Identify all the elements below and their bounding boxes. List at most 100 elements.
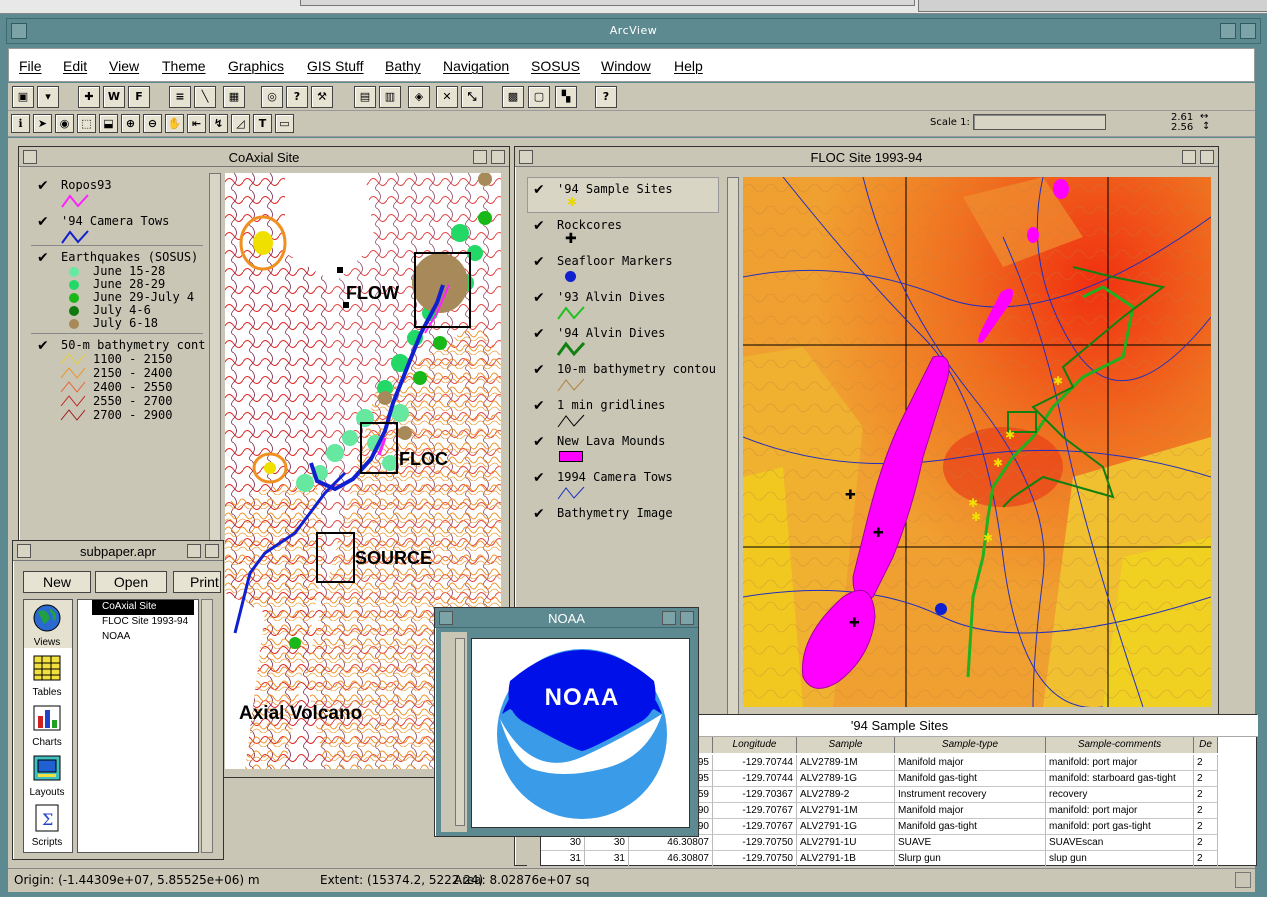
table-cell[interactable]: 2 (1194, 755, 1218, 771)
table-cell[interactable]: ALV2791-1U (797, 835, 895, 851)
background-window-edge[interactable] (918, 0, 1267, 12)
table-cell[interactable]: SUAVEscan (1046, 835, 1194, 851)
floc-maximize-button[interactable] (1200, 150, 1214, 164)
bathy10m-checkbox[interactable]: ✔ (533, 363, 547, 377)
dropdown-icon[interactable]: ▾ (37, 86, 59, 108)
select-features-icon[interactable]: ▤ (354, 86, 376, 108)
floc-minimize-button[interactable] (1182, 150, 1196, 164)
floc-titlebar[interactable]: FLOC Site 1993-94 (515, 147, 1218, 167)
table-header-cell[interactable]: Sample (797, 737, 895, 753)
select-all-icon[interactable]: ▥ (379, 86, 401, 108)
label-icon[interactable]: ◿ (231, 114, 250, 133)
draw-icon[interactable]: ▭ (275, 114, 294, 133)
menu-bathy[interactable]: Bathy (385, 58, 421, 74)
table-header-cell[interactable]: Sample-type (895, 737, 1046, 753)
select-feature-icon[interactable]: ⬚ (77, 114, 96, 133)
table-cell[interactable]: ALV2791-1M (797, 803, 895, 819)
print-button[interactable]: Print (173, 571, 221, 593)
identify-icon[interactable]: ℹ (11, 114, 30, 133)
charts-icon[interactable] (30, 702, 64, 734)
noaa-minimize-button[interactable] (662, 611, 676, 625)
table-cell[interactable]: 2 (1194, 787, 1218, 803)
table-cell[interactable]: slup gun (1046, 851, 1194, 867)
table-cell[interactable]: 46.30807 (629, 835, 713, 851)
menu-help[interactable]: Help (674, 58, 703, 74)
menu-view[interactable]: View (109, 58, 139, 74)
menu-gis-stuff[interactable]: GIS Stuff (307, 58, 364, 74)
table-header-cell[interactable]: Longitude (713, 737, 797, 753)
bathymetry-checkbox[interactable]: ✔ (37, 339, 51, 353)
add-theme-icon[interactable]: ✚ (78, 86, 100, 108)
charts-label[interactable]: Charts (24, 737, 70, 748)
edit-legend-icon[interactable]: ╲ (194, 86, 216, 108)
table-cell[interactable]: SUAVE (895, 835, 1046, 851)
table-cell[interactable]: ALV2789-1M (797, 755, 895, 771)
camera-tows-checkbox[interactable]: ✔ (37, 215, 51, 229)
zoom-full-icon[interactable]: ✕ (436, 86, 458, 108)
table-cell[interactable]: -129.70750 (713, 835, 797, 851)
table-cell[interactable]: manifold: starboard gas-tight (1046, 771, 1194, 787)
minimize-button[interactable] (1220, 23, 1236, 39)
app-titlebar[interactable]: ArcView (6, 18, 1261, 44)
table-cell[interactable]: 30 (541, 835, 585, 851)
zoom-in-tool-icon[interactable]: ⊕ (121, 114, 140, 133)
zoom-selected-icon[interactable]: ▩ (502, 86, 524, 108)
camera-tows94-checkbox[interactable]: ✔ (533, 471, 547, 485)
table-cell[interactable]: 31 (541, 851, 585, 867)
table-cell[interactable]: Manifold major (895, 803, 1046, 819)
project-titlebar[interactable]: subpaper.apr (13, 541, 223, 561)
query-icon[interactable]: ? (286, 86, 308, 108)
table-cell[interactable]: Manifold gas-tight (895, 771, 1046, 787)
floc-map[interactable]: ✱✱✱✱✱✱ ✚✚✚ (743, 177, 1211, 707)
table-cell[interactable]: Instrument recovery (895, 787, 1046, 803)
session-window-edge[interactable] (300, 0, 915, 6)
pointer-icon[interactable]: ➤ (33, 114, 52, 133)
ropos93-checkbox[interactable]: ✔ (37, 179, 51, 193)
layouts-label[interactable]: Layouts (24, 787, 70, 798)
table-cell[interactable]: 2 (1194, 835, 1218, 851)
menu-sosus[interactable]: SOSUS (531, 58, 580, 74)
layouts-icon[interactable] (30, 752, 64, 784)
open-button[interactable]: Open (95, 571, 167, 593)
table-cell[interactable]: -129.70744 (713, 771, 797, 787)
help-icon[interactable]: ? (595, 86, 617, 108)
table-cell[interactable]: -129.70750 (713, 851, 797, 867)
table-cell[interactable]: manifold: port major (1046, 803, 1194, 819)
workspace-icon[interactable]: W (103, 86, 125, 108)
tables-icon[interactable] (30, 652, 64, 684)
noaa-titlebar[interactable]: NOAA (435, 608, 698, 628)
table-cell[interactable]: Manifold major (895, 755, 1046, 771)
save-icon[interactable]: ▣ (12, 86, 34, 108)
sample-sites-checkbox[interactable]: ✔ (533, 183, 547, 197)
scripts-label[interactable]: Scripts (24, 837, 70, 848)
lava-mounds-checkbox[interactable]: ✔ (533, 435, 547, 449)
measure-icon[interactable]: ⇤ (187, 114, 206, 133)
table-cell[interactable]: 2 (1194, 851, 1218, 867)
views-list-scrollbar[interactable] (201, 599, 213, 853)
pan-icon[interactable]: ✋ (165, 114, 184, 133)
coaxial-titlebar[interactable]: CoAxial Site (19, 147, 509, 167)
find-icon[interactable]: ◎ (261, 86, 283, 108)
table-cell[interactable]: 2 (1194, 803, 1218, 819)
menu-graphics[interactable]: Graphics (228, 58, 284, 74)
table-cell[interactable]: 30 (585, 835, 629, 851)
table-header-cell[interactable]: De (1194, 737, 1218, 753)
earthquakes-checkbox[interactable]: ✔ (37, 251, 51, 265)
hammer-icon[interactable]: ⚒ (311, 86, 333, 108)
scripts-icon[interactable]: Σ (30, 802, 64, 834)
table-cell[interactable]: ALV2789-2 (797, 787, 895, 803)
vertex-icon[interactable]: ◉ (55, 114, 74, 133)
table-cell[interactable]: 46.30807 (629, 851, 713, 867)
resize-grip-icon[interactable] (1235, 872, 1251, 888)
zoom-in-icon[interactable]: ▢ (528, 86, 550, 108)
zoom-theme-icon[interactable]: ⤡ (461, 86, 483, 108)
table-cell[interactable]: -129.70767 (713, 819, 797, 835)
table-cell[interactable]: -129.70744 (713, 755, 797, 771)
view-item-coaxial[interactable]: CoAxial Site (102, 601, 156, 612)
table-header-cell[interactable]: Sample-comments (1046, 737, 1194, 753)
maximize-button[interactable] (1240, 23, 1256, 39)
open-table-icon[interactable]: ▦ (223, 86, 245, 108)
menu-file[interactable]: File (19, 58, 42, 74)
noaa-scrollbar[interactable] (455, 638, 465, 826)
field-icon[interactable]: F (128, 86, 150, 108)
